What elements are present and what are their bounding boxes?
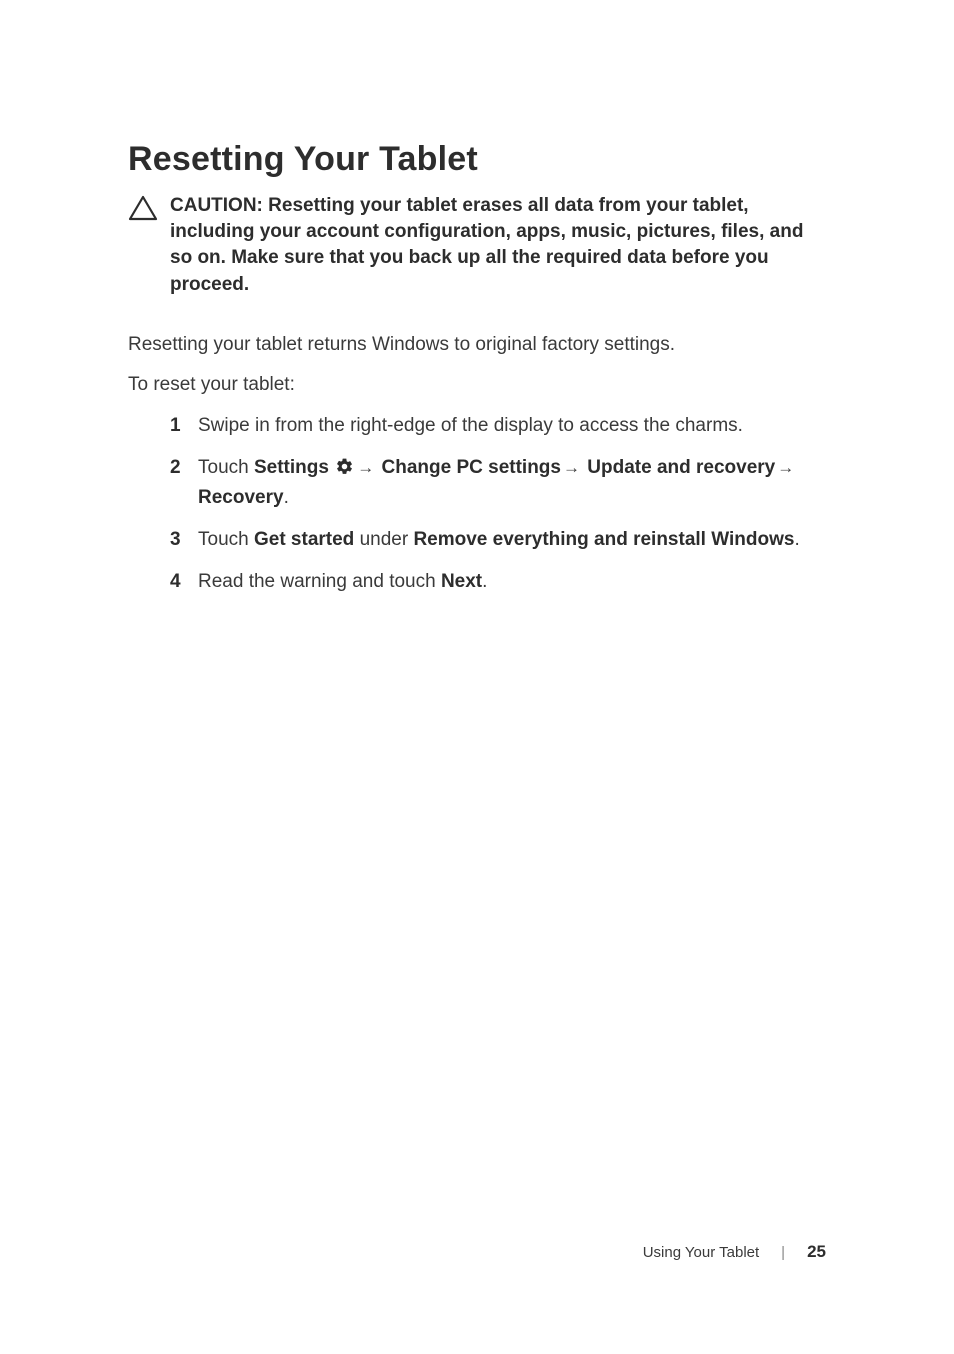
step-number: 4 (170, 569, 181, 595)
step-period: . (482, 571, 487, 592)
get-started-label: Get started (254, 529, 354, 550)
step-text-spacer (329, 457, 334, 478)
step-text-mid: under (354, 529, 413, 550)
arrow-icon: → (563, 456, 580, 479)
step-period: . (284, 487, 289, 508)
arrow-icon: → (357, 456, 374, 479)
step-number: 3 (170, 527, 181, 553)
footer-section-title: Using Your Tablet (643, 1244, 759, 1261)
step-number: 1 (170, 413, 181, 439)
steps-list: 1 Swipe in from the right-edge of the di… (128, 413, 826, 595)
step-text-prefix: Touch (198, 529, 254, 550)
footer-page-number: 25 (807, 1242, 826, 1262)
next-label: Next (441, 571, 482, 592)
step-text: Swipe in from the right-edge of the disp… (198, 415, 743, 436)
step-text-prefix: Touch (198, 457, 254, 478)
step-text-prefix: Read the warning and touch (198, 571, 441, 592)
page-heading: Resetting Your Tablet (128, 140, 826, 179)
caution-block: CAUTION: Resetting your tablet erases al… (128, 193, 826, 298)
step-period: . (794, 529, 799, 550)
step-1: 1 Swipe in from the right-edge of the di… (170, 413, 826, 439)
recovery-label: Recovery (198, 487, 284, 508)
caution-text: CAUTION: Resetting your tablet erases al… (170, 193, 826, 298)
page-footer: Using Your Tablet | 25 (643, 1242, 826, 1262)
step-4: 4 Read the warning and touch Next. (170, 569, 826, 595)
intro-paragraph-1: Resetting your tablet returns Windows to… (128, 332, 826, 359)
page-container: Resetting Your Tablet CAUTION: Resetting… (0, 0, 954, 1354)
caution-triangle-icon (128, 195, 158, 226)
arrow-icon: → (777, 456, 794, 479)
step-number: 2 (170, 455, 181, 481)
intro-paragraph-2: To reset your tablet: (128, 372, 826, 399)
settings-label: Settings (254, 457, 329, 478)
gear-icon (335, 457, 354, 484)
change-pc-settings-label: Change PC settings (382, 457, 561, 478)
remove-everything-label: Remove everything and reinstall Windows (413, 529, 794, 550)
step-3: 3 Touch Get started under Remove everyth… (170, 527, 826, 553)
update-and-recovery-label: Update and recovery (587, 457, 775, 478)
step-2: 2 Touch Settings → Change PC settings→ U… (170, 455, 826, 510)
footer-divider: | (781, 1244, 785, 1261)
